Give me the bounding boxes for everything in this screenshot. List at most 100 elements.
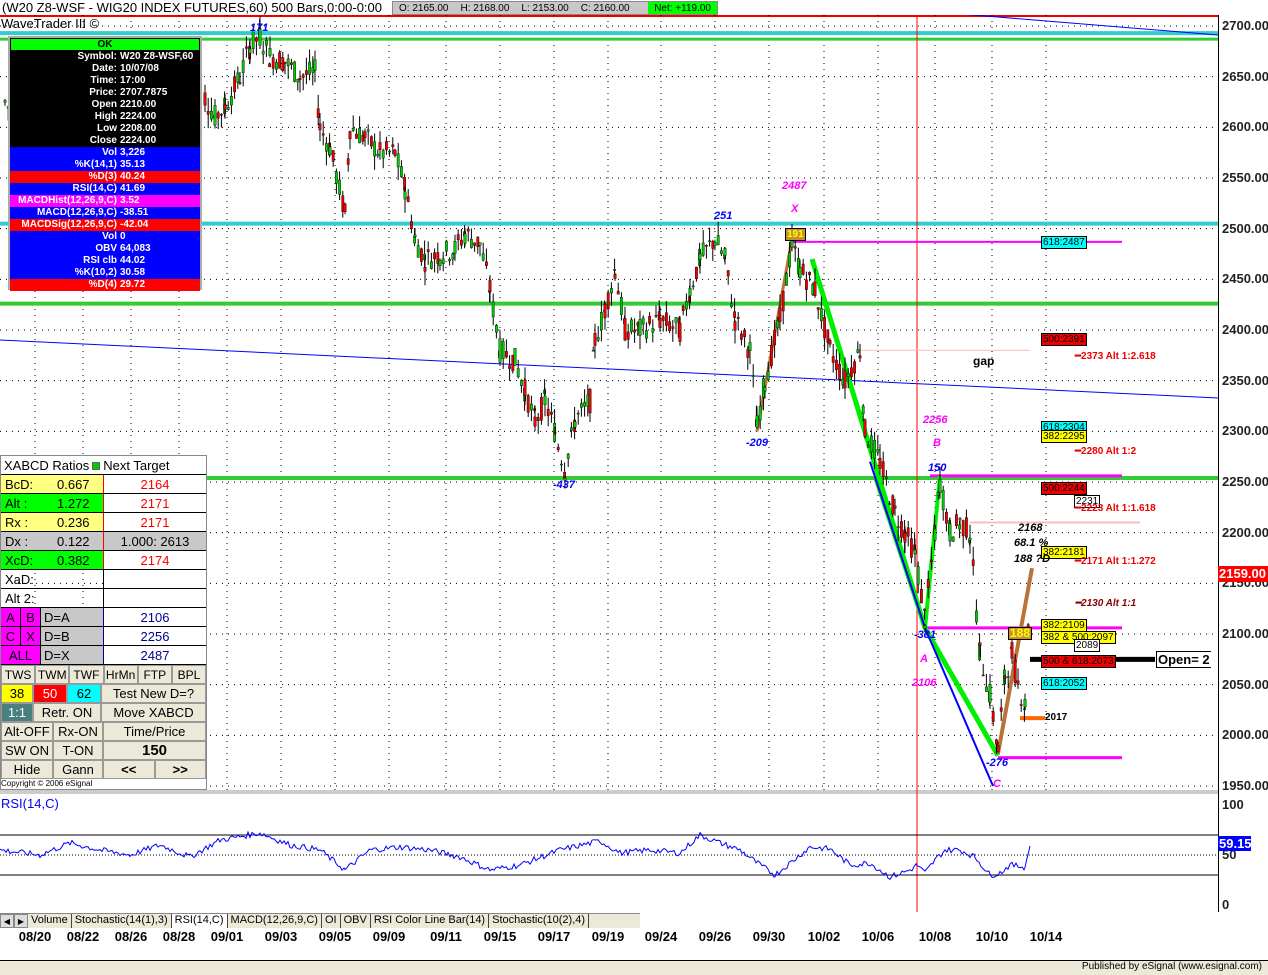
fib-level-label: 382:2109 (1041, 618, 1087, 632)
candle-body (403, 191, 407, 200)
retracement-button[interactable]: Retr. ON (33, 703, 101, 722)
data-value: 2224.00 (120, 135, 157, 146)
indicator-tabs: ◀ ▶ Volume Stochastic(14(1),3) RSI(14,C) MA… (0, 913, 640, 928)
sw-on-button[interactable]: SW ON (1, 741, 53, 760)
candle-body (708, 240, 712, 242)
toggle-icon[interactable] (92, 462, 101, 470)
candle-body (633, 329, 637, 333)
t-on-button[interactable]: T-ON (53, 741, 103, 760)
hide-button[interactable]: Hide (1, 760, 53, 779)
point-c-button[interactable]: C (1, 627, 21, 645)
next-target-value: 2171 (103, 494, 206, 512)
candle-body (603, 303, 607, 319)
data-value: 3,226 (120, 147, 146, 158)
move-xabcd-button[interactable]: Move XABCD (101, 703, 206, 722)
tab-macd-12-26-9-c-[interactable]: MACD(12,26,9,C) (228, 914, 322, 928)
candle-body (495, 325, 498, 333)
candle-body (616, 290, 620, 295)
pattern-annotation: -276 (986, 757, 1009, 769)
blue-trendline (0, 339, 1218, 399)
tab-stochastic-14-1-3-[interactable]: Stochastic(14(1),3) (72, 914, 172, 928)
point-x-button[interactable]: X (21, 627, 41, 645)
candle-body (958, 524, 962, 530)
test-new-d-button[interactable]: Test New D=? (101, 684, 206, 703)
price-tick: 2050.00 (1222, 676, 1268, 692)
point-a-button[interactable]: A (1, 608, 21, 626)
candle-body (351, 127, 355, 131)
candle-body (213, 105, 217, 126)
pattern-annotation: A (920, 653, 928, 665)
candle-body (391, 144, 395, 147)
tool-button-tws[interactable]: TWS (1, 665, 36, 684)
candle-body (985, 686, 988, 692)
tab-rsi-color-line-bar-14-[interactable]: RSI Color Line Bar(14) (371, 914, 490, 928)
next-target-heading: Next Target (103, 458, 170, 473)
fib-level-label: 618:2052 (1041, 676, 1087, 690)
candle-body (850, 367, 853, 377)
candle-body (305, 70, 308, 75)
tab-obv[interactable]: OBV (341, 914, 371, 928)
pattern-annotation: -209 (746, 437, 769, 449)
candle-body (876, 449, 880, 453)
price-tick: 2500.00 (1222, 220, 1268, 236)
time-price-button[interactable]: Time/Price (103, 722, 206, 741)
point-b-button[interactable]: B (21, 608, 41, 626)
rx-on-button[interactable]: Rx-ON (53, 722, 103, 741)
candle-body (930, 559, 933, 563)
tool-button-twf[interactable]: TWF (69, 665, 104, 684)
candle-body (691, 285, 695, 288)
candle-body (488, 280, 492, 292)
next-button[interactable]: >> (154, 760, 206, 779)
tool-button-bpl[interactable]: BPL (171, 665, 207, 684)
candle-body (853, 361, 857, 374)
candle-body (878, 457, 882, 469)
data-window-row: RSI(14,C) 41.69 (10, 183, 200, 195)
scroll-right-icon[interactable]: ▶ (14, 914, 28, 928)
tab-stochastic-10-2-4-[interactable]: Stochastic(10(2),4) (489, 914, 590, 928)
tab-oi[interactable]: OI (322, 914, 341, 928)
one-to-one-button[interactable]: 1:1 (1, 703, 33, 722)
pattern-annotation: 150 (928, 462, 947, 474)
candle-body (698, 253, 702, 260)
tab-volume[interactable]: Volume (28, 914, 72, 928)
tool-button-hrmn[interactable]: HrMn (103, 665, 138, 684)
candle-body (346, 158, 350, 165)
ok-button[interactable]: OK (11, 39, 199, 50)
date-tick: 09/05 (318, 929, 352, 944)
candle-body (740, 333, 743, 340)
scroll-left-icon[interactable]: ◀ (0, 914, 14, 928)
fib-50-button[interactable]: 50 (33, 684, 67, 703)
candle-body (881, 461, 885, 477)
ratio-row: Dx : 0.122 1.000: 2613 (1, 532, 206, 551)
publisher-text: Published by eSignal (www.esignal.com) (1081, 961, 1262, 972)
candle-body (671, 326, 675, 329)
candle-body (265, 39, 268, 46)
candle-body (838, 363, 842, 380)
candle-body (606, 292, 610, 310)
candle-body (445, 240, 448, 252)
candle-body (591, 350, 595, 352)
fib-62-button[interactable]: 62 (67, 684, 101, 703)
candle-body (481, 253, 485, 261)
projection-value: 2106 (103, 608, 206, 626)
bars-count-field[interactable]: 150 (103, 741, 206, 760)
candle-body (873, 439, 877, 459)
candle-body (470, 238, 473, 248)
candle-body (999, 707, 1003, 712)
ratio-value: 0.236 (57, 515, 90, 530)
tool-button-ftp[interactable]: FTP (137, 665, 172, 684)
all-points-button[interactable]: ALL (1, 646, 41, 664)
previous-button[interactable]: << (103, 760, 155, 779)
data-label: High (94, 111, 117, 122)
tool-button-twm[interactable]: TWM (35, 665, 70, 684)
tab-rsi-14-c-[interactable]: RSI(14,C) (171, 914, 228, 928)
candle-body (505, 351, 508, 358)
alt-off-button[interactable]: Alt-OFF (1, 722, 53, 741)
candle-body (271, 57, 275, 69)
candle-body (916, 566, 920, 585)
ratio-name: Alt 2: (5, 591, 35, 606)
fib-38-button[interactable]: 38 (1, 684, 33, 703)
copyright: Copyright © 2006 eSignal (1, 779, 206, 789)
gann-button[interactable]: Gann (53, 760, 103, 779)
candle-body (781, 290, 785, 312)
